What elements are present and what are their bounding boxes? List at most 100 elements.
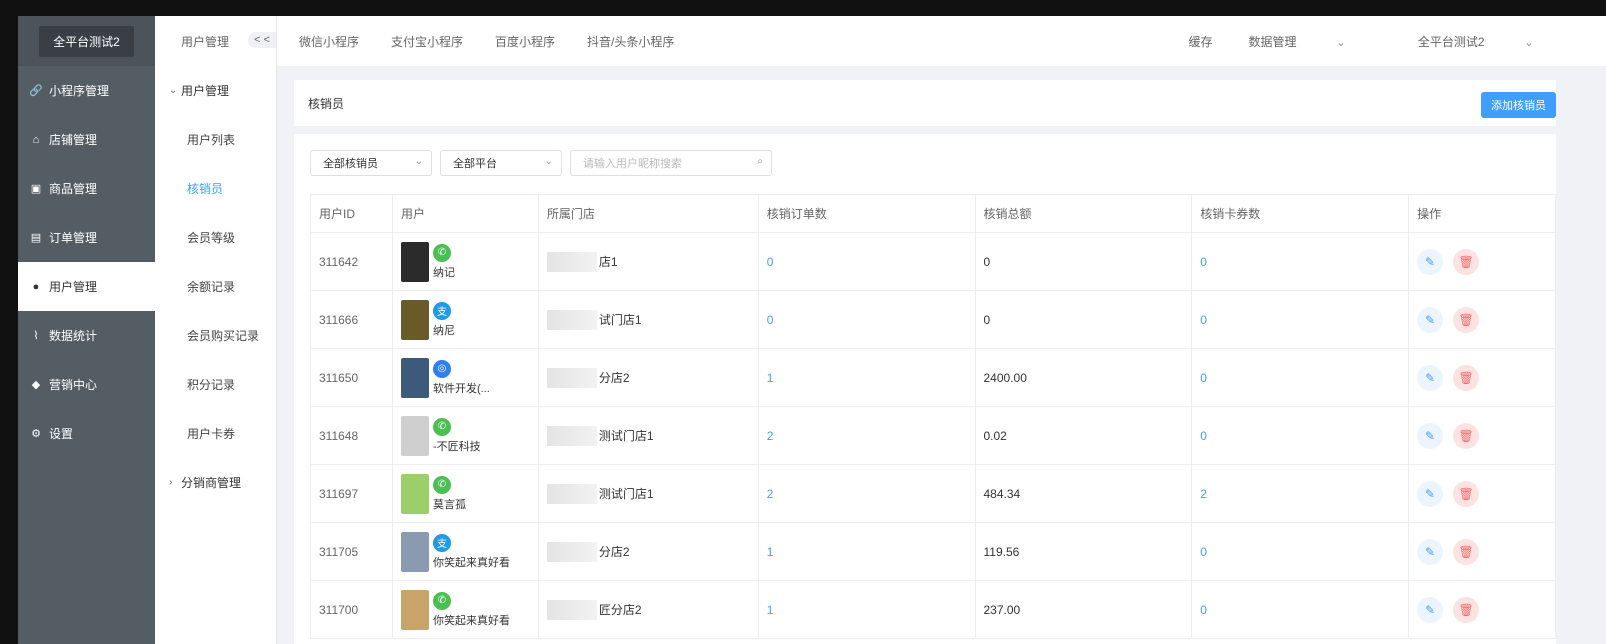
edit-icon[interactable]: ✎ [1417,596,1444,623]
chevron-down-icon: ⌄ [1335,34,1346,49]
user-name: 你笑起来真好看 [432,614,510,627]
subnav-item-2[interactable]: 会员等级 [155,213,276,262]
order-count[interactable]: 0 [757,232,976,291]
cache-link[interactable]: 缓存 [1188,33,1212,50]
verifier-select-value: 全部核销员 [323,158,378,170]
subnav-item-6[interactable]: 用户卡券 [155,409,276,458]
add-verifier-button[interactable]: 添加核销员 [1481,92,1556,118]
settings-icon: ⚙ [31,428,41,440]
redacted-block [546,483,597,504]
link-icon: 🔗 [29,85,43,97]
subnav-item-5[interactable]: 积分记录 [155,360,276,409]
store-name: 试门店1 [598,313,642,327]
subnav-item-1[interactable]: 核销员 [155,164,276,213]
delete-icon[interactable]: 🗑 [1453,306,1480,333]
delete-icon[interactable]: 🗑 [1453,364,1480,391]
order-count[interactable]: 1 [757,348,976,407]
user-id: 311648 [310,406,393,465]
alipay-icon: 支 [432,533,451,552]
order-count[interactable]: 2 [757,464,976,523]
sidebar-item-label: 用户管理 [49,280,98,294]
delete-icon[interactable]: 🗑 [1453,422,1480,449]
subnav-group-distributor[interactable]: › 分销商管理 [155,458,276,507]
tab-baidu[interactable]: 百度小程序 [495,33,555,50]
delete-icon[interactable]: 🗑 [1453,248,1480,275]
brand-name[interactable]: 全平台测试2 [39,25,134,57]
coupon-count[interactable]: 0 [1191,580,1410,639]
order-count[interactable]: 1 [757,580,976,639]
order-count[interactable]: 1 [757,522,976,581]
tab-wechat[interactable]: 微信小程序 [299,33,359,50]
actions-cell: ✎ 🗑 [1408,406,1556,465]
edit-icon[interactable]: ✎ [1417,364,1444,391]
store-name: 匠分店2 [598,603,642,617]
edit-icon[interactable]: ✎ [1417,306,1444,333]
sidebar-item-2[interactable]: ▣ 商品管理 [18,164,155,213]
subnav-title: 用户管理 [181,34,230,49]
sidebar-item-label: 订单管理 [49,231,98,245]
verified-total: 0 [974,290,1193,349]
sidebar-item-0[interactable]: 🔗 小程序管理 [18,66,155,115]
subnav-item-0[interactable]: 用户列表 [155,115,276,164]
order-count[interactable]: 0 [757,290,976,349]
user-cell: ✆ 纳记 [391,232,539,291]
subnav-item-3[interactable]: 余额记录 [155,262,276,311]
column-header: 用户ID [310,194,393,233]
coupon-count[interactable]: 0 [1191,348,1410,407]
sidebar-item-6[interactable]: ◆ 营销中心 [18,360,155,409]
coupon-count[interactable]: 2 [1191,464,1410,523]
redacted-block [546,541,597,562]
edit-icon[interactable]: ✎ [1417,422,1444,449]
coupon-count[interactable]: 0 [1191,290,1410,349]
store-cell: 分店2 [537,348,759,407]
data-manage-dropdown[interactable]: 数据管理 ⌄ [1248,33,1381,50]
marketing-icon: ◆ [31,379,41,391]
collapse-button[interactable]: < < [248,32,276,48]
top-right-menu: 缓存 数据管理 ⌄ 全平台测试2 ⌄ [1188,16,1606,66]
edit-icon[interactable]: ✎ [1417,248,1444,275]
actions-cell: ✎ 🗑 [1408,464,1556,523]
sidebar-item-1[interactable]: ⌂ 店铺管理 [18,115,155,164]
account-dropdown[interactable]: 全平台测试2 ⌄ [1418,33,1570,50]
delete-icon[interactable]: 🗑 [1453,538,1480,565]
redacted-block [546,425,597,446]
edit-icon[interactable]: ✎ [1417,480,1444,507]
user-name: 纳记 [432,266,455,279]
platform-select-value: 全部平台 [453,158,497,170]
sidebar-item-3[interactable]: ▤ 订单管理 [18,213,155,262]
user-name: 软件开发(... [432,382,490,395]
table-row: 311700 ✆ 你笑起来真好看 匠分店2 1 237.00 0 ✎ 🗑 [310,580,1556,639]
coupon-count[interactable]: 0 [1191,232,1410,291]
store-cell: 分店2 [537,522,759,581]
sidebar-item-4[interactable]: ● 用户管理 [18,262,155,311]
chevron-down-icon: ⌄ [169,85,178,96]
platform-select[interactable]: 全部平台 ⌄ [440,150,562,176]
search-icon[interactable]: ⌕ [757,156,763,167]
column-header: 操作 [1408,194,1556,233]
delete-icon[interactable]: 🗑 [1453,596,1480,623]
sidebar-item-5[interactable]: ⌇ 数据统计 [18,311,155,360]
edit-icon[interactable]: ✎ [1417,538,1444,565]
subnav-group-user[interactable]: ⌄ 用户管理 [155,66,276,115]
order-count[interactable]: 2 [757,406,976,465]
search-input[interactable]: 请输入用户昵称搜索 ⌕ [570,150,772,176]
sidebar-item-7[interactable]: ⚙ 设置 [18,409,155,458]
verified-total: 484.34 [974,464,1193,523]
table-row: 311705 支你笑起来真好看 分店2 1 119.56 0 ✎ 🗑 [310,522,1556,581]
sidebar-item-label: 数据统计 [49,329,98,343]
verified-total: 0.02 [974,406,1193,465]
tab-alipay[interactable]: 支付宝小程序 [391,33,463,50]
verifier-select[interactable]: 全部核销员 ⌄ [310,150,432,176]
app-frame: 全平台测试2 🔗 小程序管理 ⌂ 店铺管理 ▣ 商品管理 ▤ 订单管理 ● 用户管理 ⌇ 数据统计 ◆ 营… [18,16,1606,644]
subnav-item-4[interactable]: 会员购买记录 [155,311,276,360]
coupon-count[interactable]: 0 [1191,522,1410,581]
delete-icon[interactable]: 🗑 [1453,480,1480,507]
tab-douyin[interactable]: 抖音/头条小程序 [587,33,674,50]
verifier-table: 用户ID 用户 所属门店 核销订单数 核销总额 核销卡券数 操作 311642 ✆ 纳记 店1 0 0… [310,194,1556,639]
subnav-group-label: 用户管理 [181,84,230,98]
store-name: 测试门店1 [598,487,654,501]
table-row: 311650 ◎ 软件开发(... 分店2 1 2400.00 0 ✎ 🗑 [310,348,1556,407]
coupon-count[interactable]: 0 [1191,406,1410,465]
store-name: 分店2 [598,371,630,385]
user-cell: ✆ 你笑起来真好看 [391,580,539,639]
